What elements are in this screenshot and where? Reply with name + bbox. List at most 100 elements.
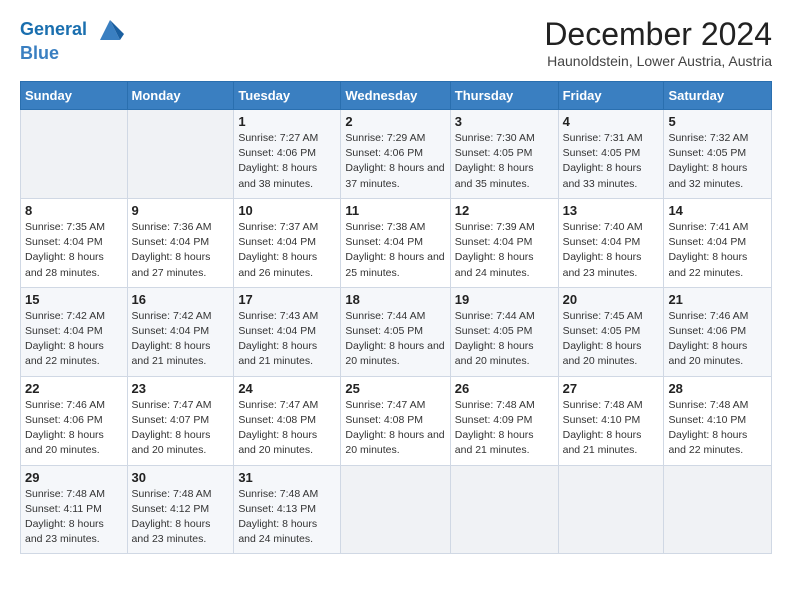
day-info: Sunrise: 7:47 AMSunset: 4:07 PMDaylight:… <box>132 398 230 459</box>
calendar-cell: 22 Sunrise: 7:46 AMSunset: 4:06 PMDayligh… <box>21 376 128 465</box>
day-info: Sunrise: 7:46 AMSunset: 4:06 PMDaylight:… <box>25 398 123 459</box>
calendar-cell: 23 Sunrise: 7:47 AMSunset: 4:07 PMDayligh… <box>127 376 234 465</box>
calendar-cell <box>21 110 128 199</box>
calendar-cell <box>450 465 558 554</box>
logo: General Blue <box>20 16 124 64</box>
day-number: 27 <box>563 381 660 396</box>
location-title: Haunoldstein, Lower Austria, Austria <box>544 53 772 69</box>
calendar-cell <box>341 465 450 554</box>
calendar-table: SundayMondayTuesdayWednesdayThursdayFrid… <box>20 81 772 554</box>
day-number: 13 <box>563 203 660 218</box>
calendar-cell: 8 Sunrise: 7:35 AMSunset: 4:04 PMDaylight… <box>21 198 128 287</box>
day-info: Sunrise: 7:47 AMSunset: 4:08 PMDaylight:… <box>238 398 336 459</box>
day-header-friday: Friday <box>558 82 664 110</box>
calendar-cell: 10 Sunrise: 7:37 AMSunset: 4:04 PMDayligh… <box>234 198 341 287</box>
day-number: 19 <box>455 292 554 307</box>
day-info: Sunrise: 7:44 AMSunset: 4:05 PMDaylight:… <box>345 309 445 370</box>
day-number: 18 <box>345 292 445 307</box>
calendar-cell: 2 Sunrise: 7:29 AMSunset: 4:06 PMDaylight… <box>341 110 450 199</box>
day-info: Sunrise: 7:30 AMSunset: 4:05 PMDaylight:… <box>455 131 554 192</box>
day-number: 30 <box>132 470 230 485</box>
day-number: 29 <box>25 470 123 485</box>
day-number: 9 <box>132 203 230 218</box>
day-number: 4 <box>563 114 660 129</box>
day-number: 2 <box>345 114 445 129</box>
calendar-cell: 18 Sunrise: 7:44 AMSunset: 4:05 PMDayligh… <box>341 287 450 376</box>
calendar-week-row: 22 Sunrise: 7:46 AMSunset: 4:06 PMDayligh… <box>21 376 772 465</box>
calendar-cell <box>664 465 772 554</box>
calendar-cell: 15 Sunrise: 7:42 AMSunset: 4:04 PMDayligh… <box>21 287 128 376</box>
day-info: Sunrise: 7:42 AMSunset: 4:04 PMDaylight:… <box>25 309 123 370</box>
day-number: 17 <box>238 292 336 307</box>
calendar-cell: 12 Sunrise: 7:39 AMSunset: 4:04 PMDayligh… <box>450 198 558 287</box>
day-info: Sunrise: 7:46 AMSunset: 4:06 PMDaylight:… <box>668 309 767 370</box>
day-header-thursday: Thursday <box>450 82 558 110</box>
calendar-cell: 16 Sunrise: 7:42 AMSunset: 4:04 PMDayligh… <box>127 287 234 376</box>
calendar-cell: 17 Sunrise: 7:43 AMSunset: 4:04 PMDayligh… <box>234 287 341 376</box>
day-info: Sunrise: 7:43 AMSunset: 4:04 PMDaylight:… <box>238 309 336 370</box>
day-number: 20 <box>563 292 660 307</box>
calendar-cell: 19 Sunrise: 7:44 AMSunset: 4:05 PMDayligh… <box>450 287 558 376</box>
calendar-cell: 28 Sunrise: 7:48 AMSunset: 4:10 PMDayligh… <box>664 376 772 465</box>
calendar-cell: 21Sunrise: 7:46 AMSunset: 4:06 PMDayligh… <box>664 287 772 376</box>
day-header-monday: Monday <box>127 82 234 110</box>
day-info: Sunrise: 7:29 AMSunset: 4:06 PMDaylight:… <box>345 131 445 192</box>
day-info: Sunrise: 7:48 AMSunset: 4:10 PMDaylight:… <box>668 398 767 459</box>
logo-general: General <box>20 19 87 39</box>
day-info: Sunrise: 7:37 AMSunset: 4:04 PMDaylight:… <box>238 220 336 281</box>
logo-blue: Blue <box>20 43 59 63</box>
calendar-cell: 29 Sunrise: 7:48 AMSunset: 4:11 PMDayligh… <box>21 465 128 554</box>
day-info: Sunrise: 7:42 AMSunset: 4:04 PMDaylight:… <box>132 309 230 370</box>
calendar-week-row: 1Sunrise: 7:27 AMSunset: 4:06 PMDaylight… <box>21 110 772 199</box>
calendar-cell: 24 Sunrise: 7:47 AMSunset: 4:08 PMDayligh… <box>234 376 341 465</box>
day-info: Sunrise: 7:48 AMSunset: 4:13 PMDaylight:… <box>238 487 336 548</box>
day-info: Sunrise: 7:47 AMSunset: 4:08 PMDaylight:… <box>345 398 445 459</box>
day-info: Sunrise: 7:48 AMSunset: 4:11 PMDaylight:… <box>25 487 123 548</box>
day-number: 24 <box>238 381 336 396</box>
day-number: 25 <box>345 381 445 396</box>
day-number: 12 <box>455 203 554 218</box>
calendar-cell: 30Sunrise: 7:48 AMSunset: 4:12 PMDayligh… <box>127 465 234 554</box>
day-info: Sunrise: 7:39 AMSunset: 4:04 PMDaylight:… <box>455 220 554 281</box>
day-number: 5 <box>668 114 767 129</box>
calendar-cell: 5Sunrise: 7:32 AMSunset: 4:05 PMDaylight… <box>664 110 772 199</box>
day-number: 10 <box>238 203 336 218</box>
day-info: Sunrise: 7:27 AMSunset: 4:06 PMDaylight:… <box>238 131 336 192</box>
calendar-cell: 11 Sunrise: 7:38 AMSunset: 4:04 PMDayligh… <box>341 198 450 287</box>
day-info: Sunrise: 7:48 AMSunset: 4:10 PMDaylight:… <box>563 398 660 459</box>
calendar-cell: 9 Sunrise: 7:36 AMSunset: 4:04 PMDaylight… <box>127 198 234 287</box>
calendar-cell: 31Sunrise: 7:48 AMSunset: 4:13 PMDayligh… <box>234 465 341 554</box>
day-header-sunday: Sunday <box>21 82 128 110</box>
day-info: Sunrise: 7:31 AMSunset: 4:05 PMDaylight:… <box>563 131 660 192</box>
calendar-cell <box>127 110 234 199</box>
day-number: 15 <box>25 292 123 307</box>
calendar-week-row: 15 Sunrise: 7:42 AMSunset: 4:04 PMDayligh… <box>21 287 772 376</box>
day-info: Sunrise: 7:35 AMSunset: 4:04 PMDaylight:… <box>25 220 123 281</box>
calendar-cell: 4 Sunrise: 7:31 AMSunset: 4:05 PMDaylight… <box>558 110 664 199</box>
calendar-cell: 13 Sunrise: 7:40 AMSunset: 4:04 PMDayligh… <box>558 198 664 287</box>
calendar-cell: 1Sunrise: 7:27 AMSunset: 4:06 PMDaylight… <box>234 110 341 199</box>
day-header-wednesday: Wednesday <box>341 82 450 110</box>
title-block: December 2024 Haunoldstein, Lower Austri… <box>544 16 772 69</box>
day-info: Sunrise: 7:45 AMSunset: 4:05 PMDaylight:… <box>563 309 660 370</box>
day-info: Sunrise: 7:40 AMSunset: 4:04 PMDaylight:… <box>563 220 660 281</box>
day-info: Sunrise: 7:36 AMSunset: 4:04 PMDaylight:… <box>132 220 230 281</box>
day-number: 16 <box>132 292 230 307</box>
day-number: 23 <box>132 381 230 396</box>
day-number: 22 <box>25 381 123 396</box>
day-number: 28 <box>668 381 767 396</box>
calendar-header-row: SundayMondayTuesdayWednesdayThursdayFrid… <box>21 82 772 110</box>
day-number: 8 <box>25 203 123 218</box>
day-header-tuesday: Tuesday <box>234 82 341 110</box>
calendar-cell: 27 Sunrise: 7:48 AMSunset: 4:10 PMDayligh… <box>558 376 664 465</box>
day-info: Sunrise: 7:38 AMSunset: 4:04 PMDaylight:… <box>345 220 445 281</box>
page-header: General Blue December 2024 Haunoldstein,… <box>20 16 772 69</box>
calendar-cell: 20 Sunrise: 7:45 AMSunset: 4:05 PMDayligh… <box>558 287 664 376</box>
day-number: 3 <box>455 114 554 129</box>
day-number: 11 <box>345 203 445 218</box>
calendar-cell: 25 Sunrise: 7:47 AMSunset: 4:08 PMDayligh… <box>341 376 450 465</box>
day-number: 26 <box>455 381 554 396</box>
month-title: December 2024 <box>544 16 772 53</box>
day-info: Sunrise: 7:44 AMSunset: 4:05 PMDaylight:… <box>455 309 554 370</box>
calendar-cell: 3 Sunrise: 7:30 AMSunset: 4:05 PMDaylight… <box>450 110 558 199</box>
